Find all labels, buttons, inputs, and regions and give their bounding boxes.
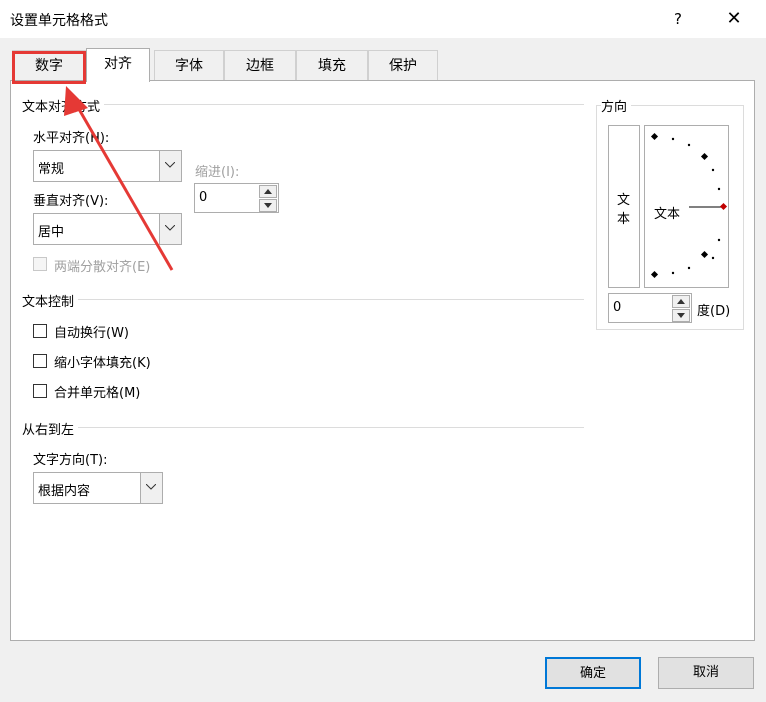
separator (22, 427, 584, 428)
chevron-down-icon[interactable] (159, 214, 181, 244)
orientation-dial[interactable]: 文本 (644, 125, 729, 288)
tab-border[interactable]: 边框 (224, 50, 296, 80)
alignment-section-label: 文本对齐方式 (22, 96, 105, 115)
vertical-text-char: 本 (617, 212, 631, 227)
vertical-align-value: 居中 (38, 225, 65, 240)
spin-up-icon[interactable] (259, 185, 277, 198)
wrap-text-checkbox[interactable] (33, 324, 47, 338)
vertical-align-dropdown[interactable]: 居中 (33, 213, 182, 245)
degrees-value: 0 (613, 300, 622, 315)
vertical-align-label: 垂直对齐(V): (33, 194, 109, 209)
tab-alignment[interactable]: 对齐 (86, 48, 150, 82)
shrink-to-fit-checkbox[interactable] (33, 354, 47, 368)
vertical-text-box[interactable]: 文 本 (608, 125, 640, 288)
text-direction-label: 文字方向(T): (33, 453, 108, 468)
separator (22, 104, 584, 105)
distributed-checkbox[interactable] (33, 257, 47, 271)
text-direction-dropdown[interactable]: 根据内容 (33, 472, 163, 504)
spin-down-icon[interactable] (672, 309, 690, 322)
distributed-label: 两端分散对齐(E) (54, 260, 151, 275)
indent-value: 0 (199, 190, 208, 205)
window-title: 设置单元格格式 (10, 13, 108, 29)
indent-label: 缩进(I): (195, 165, 240, 180)
title-bar (0, 0, 766, 38)
horizontal-align-dropdown[interactable]: 常规 (33, 150, 182, 182)
tab-fill[interactable]: 填充 (296, 50, 368, 80)
ok-button[interactable]: 确定 (545, 657, 641, 689)
tab-font[interactable]: 字体 (154, 50, 224, 80)
degrees-label: 度(D) (697, 304, 731, 319)
highlight-box (12, 51, 86, 84)
text-direction-value: 根据内容 (38, 484, 91, 499)
help-button[interactable]: ? (660, 4, 696, 34)
close-button[interactable]: ✕ (716, 4, 752, 34)
indent-spinner[interactable]: 0 (194, 183, 279, 213)
horizontal-align-label: 水平对齐(H): (33, 131, 110, 146)
chevron-down-icon[interactable] (140, 473, 162, 503)
cancel-button[interactable]: 取消 (658, 657, 754, 689)
degrees-spinner[interactable]: 0 (608, 293, 692, 323)
orientation-section-label: 方向 (601, 96, 632, 115)
spin-down-icon[interactable] (259, 199, 277, 212)
merge-cells-checkbox[interactable] (33, 384, 47, 398)
rtl-section-label: 从右到左 (22, 419, 79, 438)
separator (22, 299, 584, 300)
tab-protection[interactable]: 保护 (368, 50, 438, 80)
shrink-to-fit-label: 缩小字体填充(K) (54, 356, 151, 371)
wrap-text-label: 自动换行(W) (54, 326, 129, 341)
chevron-down-icon[interactable] (159, 151, 181, 181)
merge-cells-label: 合并单元格(M) (54, 386, 141, 401)
text-control-section-label: 文本控制 (22, 291, 79, 310)
horizontal-align-value: 常规 (38, 162, 65, 177)
dial-text: 文本 (654, 207, 681, 222)
vertical-text-char: 文 (617, 193, 631, 208)
spin-up-icon[interactable] (672, 295, 690, 308)
